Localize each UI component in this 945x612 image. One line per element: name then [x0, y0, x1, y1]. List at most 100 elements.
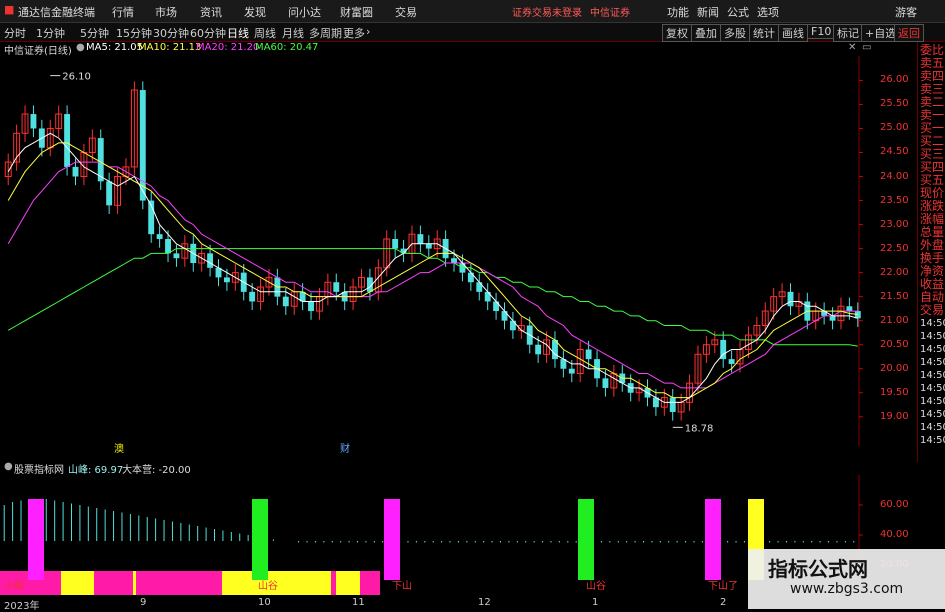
tool-button-2[interactable]: 多股 — [720, 24, 750, 42]
period-tab-3[interactable]: 15分钟 — [116, 25, 152, 41]
quote-panel-item[interactable]: 卖三 — [920, 83, 945, 96]
quote-panel-item[interactable]: 买二 — [920, 135, 945, 148]
period-tab-4[interactable]: 30分钟 — [153, 25, 189, 41]
quote-panel-item[interactable]: 外盘 — [920, 239, 945, 252]
quote-panel-item[interactable]: 交易 — [920, 304, 945, 317]
quote-panel-item[interactable]: 14:50 — [920, 317, 945, 330]
quote-panel-item[interactable]: 净资 — [920, 265, 945, 278]
period-tab-6[interactable]: 日线 — [227, 25, 249, 41]
quote-panel-item[interactable]: 自动 — [920, 291, 945, 304]
y-tick-label: 19.50 — [880, 386, 909, 398]
menu-item-3[interactable]: 发现 — [244, 4, 266, 20]
stock-title[interactable]: 中信证券(日线) — [4, 42, 72, 57]
period-tab-2[interactable]: 5分钟 — [80, 25, 109, 41]
tool-button-5[interactable]: F10 — [807, 24, 836, 39]
x-tick-label: 2023年 — [4, 601, 40, 612]
marker-cai[interactable]: 财 — [340, 440, 350, 455]
x-tick-label: 2 — [720, 597, 727, 608]
tool-button-6[interactable]: 标记 — [833, 24, 863, 42]
quote-panel-item[interactable]: 14:50 — [920, 408, 945, 421]
period-tab-9[interactable]: 多周期 — [309, 25, 342, 41]
quote-panel-item[interactable]: 卖一 — [920, 109, 945, 122]
close-icon[interactable]: ✕ — [848, 42, 856, 53]
ma5-label: MA5: 21.05 — [86, 42, 144, 53]
login-status[interactable]: 证券交易未登录 — [512, 4, 582, 19]
marker-ao[interactable]: 澳 — [114, 440, 124, 455]
quote-panel-item[interactable]: 委比 — [920, 44, 945, 57]
period-tab-7[interactable]: 周线 — [254, 25, 276, 41]
quote-panel-item[interactable]: 买三 — [920, 148, 945, 161]
settings-icon[interactable]: ● — [76, 42, 85, 53]
chevron-right-icon[interactable]: › — [366, 25, 370, 38]
y-tick-label: 25.00 — [880, 122, 909, 134]
right-menu-3[interactable]: 选项 — [757, 4, 779, 20]
quote-panel-item[interactable]: 14:50 — [920, 382, 945, 395]
y-tick-label: 22.50 — [880, 242, 909, 254]
y-tick-label: 20.50 — [880, 338, 909, 350]
app-name: 通达信金融终端 — [18, 6, 95, 19]
quote-panel-item[interactable]: 买五 — [920, 174, 945, 187]
period-tab-8[interactable]: 月线 — [282, 25, 304, 41]
indicator-info-bar: ● 股票指标网 山峰: 69.97 大本营: -20.00 — [0, 461, 880, 476]
quote-panel-item[interactable]: 卖四 — [920, 70, 945, 83]
y-tick-label: 22.00 — [880, 266, 909, 278]
guest-label[interactable]: 游客 — [895, 4, 917, 20]
app-logo-icon: ■ — [4, 3, 15, 16]
quote-panel-item[interactable]: 14:50 — [920, 434, 945, 447]
indicator-settings-icon[interactable]: ● — [4, 461, 13, 472]
main-y-axis: 19.00 19.50 20.00 20.50 21.00 21.50 22.00 22.50… — [0, 56, 917, 446]
watermark-url: www.zbgs3.com — [790, 581, 904, 597]
dabenying-value: 大本营: -20.00 — [122, 465, 191, 476]
right-menu-2[interactable]: 公式 — [727, 4, 749, 20]
period-tab-1[interactable]: 1分钟 — [36, 25, 65, 41]
y-tick-label: 23.50 — [880, 194, 909, 206]
right-menu-0[interactable]: 功能 — [667, 4, 689, 20]
menu-item-2[interactable]: 资讯 — [200, 4, 222, 20]
broker-name[interactable]: 中信证券 — [590, 4, 630, 19]
quote-panel-item[interactable]: 买一 — [920, 122, 945, 135]
y-tick-label: 26.00 — [880, 74, 909, 86]
indicator-name[interactable]: 股票指标网 — [14, 461, 64, 476]
quote-panel-item[interactable]: 涨幅 — [920, 213, 945, 226]
tool-button-0[interactable]: 复权 — [662, 24, 692, 42]
quote-panel-item[interactable]: 买四 — [920, 161, 945, 174]
period-tab-5[interactable]: 60分钟 — [190, 25, 226, 41]
quote-panel-item[interactable]: 总量 — [920, 226, 945, 239]
period-tab-0[interactable]: 分时 — [4, 25, 26, 41]
tool-button-4[interactable]: 画线 — [778, 24, 808, 42]
menu-item-6[interactable]: 交易 — [395, 4, 417, 20]
period-toolbar: 分时 1分钟 5分钟 15分钟 30分钟 60分钟 日线 周线 月线 多周期 更… — [0, 23, 945, 42]
menu-item-0[interactable]: 行情 — [112, 4, 134, 20]
right-menu-1[interactable]: 新闻 — [697, 4, 719, 20]
quote-panel-item[interactable]: 14:50 — [920, 330, 945, 343]
quote-panel-item[interactable]: 14:50 — [920, 369, 945, 382]
ma-info-bar: 中信证券(日线) ● MA5: 21.05 MA10: 21.13 MA20: … — [0, 42, 880, 57]
tool-button-3[interactable]: 统计 — [749, 24, 779, 42]
ind-y-tick-label: 40.00 — [880, 529, 909, 540]
tool-button-8[interactable]: 返回 — [894, 24, 924, 42]
period-tab-10[interactable]: 更多 — [343, 25, 365, 41]
quote-panel-item[interactable]: 卖五 — [920, 57, 945, 70]
quote-panel-item[interactable]: 14:50 — [920, 395, 945, 408]
y-tick-label: 24.50 — [880, 146, 909, 158]
quote-panel-item[interactable]: 卖二 — [920, 96, 945, 109]
quote-panel-item[interactable]: 换手 — [920, 252, 945, 265]
event-markers: 澳 财 — [0, 440, 880, 455]
quote-panel-item[interactable]: 现价 — [920, 187, 945, 200]
quote-panel-item[interactable]: 14:50 — [920, 343, 945, 356]
menu-item-4[interactable]: 问小达 — [288, 4, 321, 20]
y-tick-label: 23.00 — [880, 218, 909, 230]
x-tick-label: 10 — [258, 597, 271, 608]
menu-item-1[interactable]: 市场 — [155, 4, 177, 20]
quote-panel-item[interactable]: 14:50 — [920, 421, 945, 434]
quote-panel-item[interactable]: 收益 — [920, 278, 945, 291]
tool-button-1[interactable]: 叠加 — [691, 24, 721, 42]
quote-panel: 委比 卖五 卖四 卖三 卖二 卖一 买一 买二 买三 买四 买五 现价 涨跌 涨幅 总量 外盘 换手 净资 收益 自动… — [917, 42, 945, 462]
minimize-icon[interactable]: ▭ — [862, 42, 871, 53]
menu-item-5[interactable]: 财富圈 — [340, 4, 373, 20]
watermark-title: 指标公式网 — [768, 557, 868, 581]
quote-panel-item[interactable]: 涨跌 — [920, 200, 945, 213]
y-tick-label: 20.00 — [880, 362, 909, 374]
quote-panel-item[interactable]: 14:50 — [920, 356, 945, 369]
watermark: 指标公式网 www.zbgs3.com — [748, 549, 945, 609]
